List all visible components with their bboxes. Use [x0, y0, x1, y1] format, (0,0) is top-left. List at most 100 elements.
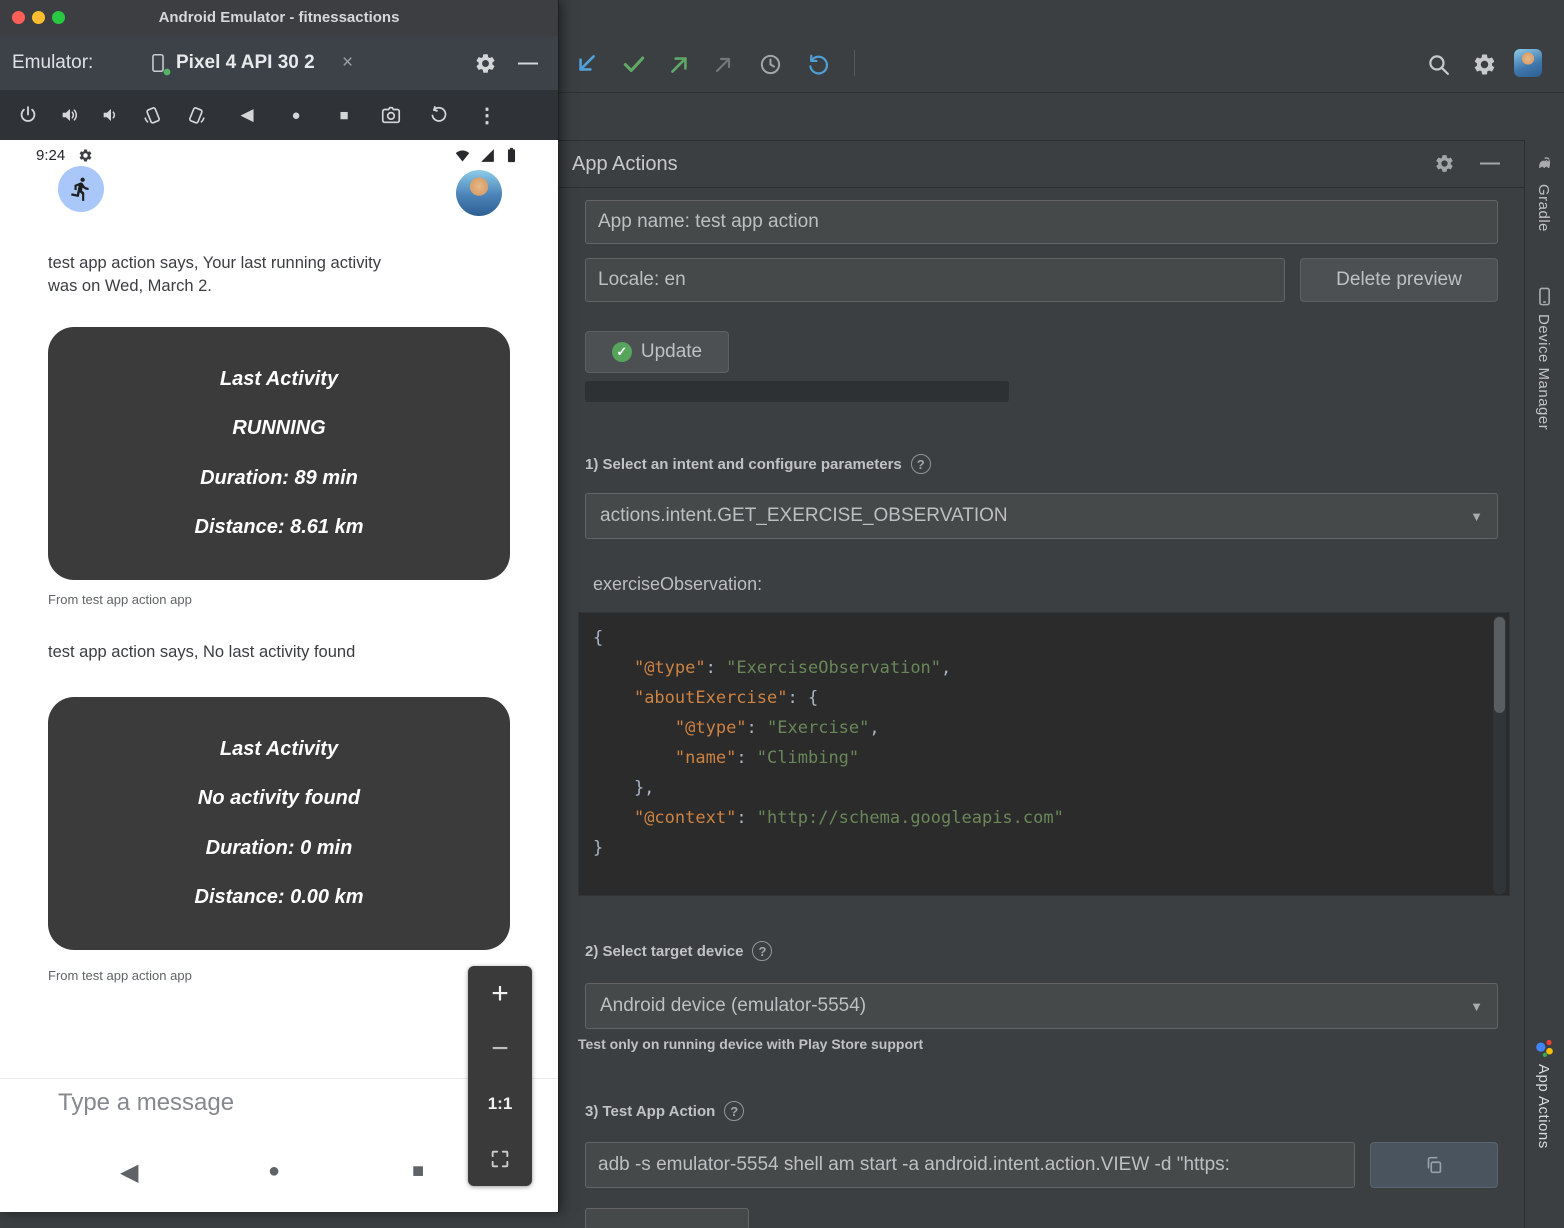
tool-strip-app-actions[interactable]: App Actions: [1535, 1064, 1552, 1149]
activity-card-running: Last Activity RUNNING Duration: 89 min D…: [48, 327, 510, 580]
app-name-field[interactable]: App name: test app action: [585, 200, 1498, 244]
chevron-down-icon: ▼: [1470, 509, 1483, 524]
section-2-help-icon[interactable]: ?: [752, 941, 772, 961]
device-hint: Test only on running device with Play St…: [578, 1036, 923, 1052]
tool-strip-gradle[interactable]: Gradle: [1535, 184, 1552, 232]
card-distance: Distance: 0.00 km: [48, 886, 510, 909]
fit-to-window-button[interactable]: [468, 1131, 532, 1186]
emulator-controls: ◀ ● ■ ⋮: [0, 90, 558, 140]
card-title: Last Activity: [48, 738, 510, 761]
nav-home-icon[interactable]: ●: [268, 1160, 280, 1183]
parameter-name-label: exerciseObservation:: [593, 574, 762, 595]
update-check-icon: ✓: [612, 342, 632, 362]
section-3-label: 3) Test App Action ?: [585, 1099, 744, 1123]
zoom-out-button[interactable]: −: [468, 1021, 532, 1076]
device-tab-icon: [146, 51, 170, 75]
history-icon[interactable]: [756, 50, 784, 78]
card-title: Last Activity: [48, 368, 510, 391]
emulator-titlebar: Android Emulator - fitnessactions: [0, 0, 558, 37]
panel-minimize-icon[interactable]: —: [1478, 151, 1502, 175]
message-input[interactable]: [56, 1088, 400, 1118]
settings-gear-icon[interactable]: [1470, 50, 1498, 78]
attach-debugger-icon[interactable]: [710, 50, 738, 78]
screen: App Actions — App name: test app action …: [0, 0, 1564, 1228]
app-actions-panel-header: App Actions: [557, 140, 1524, 188]
tool-strip-device-manager[interactable]: Device Manager: [1535, 314, 1552, 430]
deploy-arrow-icon[interactable]: [666, 50, 694, 78]
editor-scrollbar[interactable]: [1493, 616, 1506, 894]
intent-select[interactable]: actions.intent.GET_EXERCISE_OBSERVATION …: [585, 493, 1498, 539]
gradle-icon[interactable]: [1532, 152, 1556, 176]
from-app-label-1: From test app action app: [48, 592, 192, 607]
zoom-overlay: + − 1:1: [468, 966, 532, 1186]
card-status: No activity found: [48, 787, 510, 810]
rerun-icon[interactable]: [804, 50, 832, 78]
update-label: Update: [641, 341, 702, 363]
zoom-reset-button[interactable]: 1:1: [468, 1076, 532, 1131]
message-1-line-2: was on Wed, March 2.: [48, 275, 478, 298]
app-actions-assistant-icon[interactable]: [1532, 1036, 1556, 1060]
activity-card-none: Last Activity No activity found Duration…: [48, 697, 510, 950]
snapshot-icon[interactable]: [426, 102, 452, 128]
target-device-select[interactable]: Android device (emulator-5554) ▼: [585, 983, 1498, 1029]
emulator-tab-bar: Emulator: Pixel 4 API 30 2 × —: [0, 36, 558, 90]
update-project-icon[interactable]: [572, 50, 600, 78]
from-app-label-2: From test app action app: [48, 968, 192, 983]
running-activity-icon: [58, 166, 104, 212]
section-2-label: 2) Select target device ?: [585, 939, 772, 963]
user-avatar[interactable]: [1514, 49, 1542, 77]
editor-scrollbar-thumb[interactable]: [1494, 617, 1505, 713]
tab-close-icon[interactable]: ×: [342, 36, 353, 90]
run-check-icon[interactable]: [620, 50, 648, 78]
back-button-icon[interactable]: ◀: [234, 102, 260, 128]
studio-main-toolbar: [557, 0, 1564, 93]
intent-parameter-editor[interactable]: { "@type": "ExerciseObservation", "about…: [578, 612, 1510, 896]
status-time: 9:24: [36, 147, 65, 164]
section-3-help-icon[interactable]: ?: [724, 1101, 744, 1121]
home-button-icon[interactable]: ●: [283, 102, 309, 128]
signal-icon: [478, 146, 496, 164]
section-2-text: 2) Select target device: [585, 943, 743, 960]
copy-command-button[interactable]: [1370, 1142, 1498, 1188]
message-1-line-1: test app action says, Your last running …: [48, 252, 478, 275]
window-title: Android Emulator - fitnessactions: [0, 0, 558, 36]
user-chat-avatar: [456, 170, 502, 216]
zoom-in-button[interactable]: +: [468, 966, 532, 1021]
rotate-right-icon[interactable]: [184, 102, 210, 128]
emulator-settings-gear-icon[interactable]: [472, 50, 498, 76]
more-options-icon[interactable]: ⋮: [474, 102, 500, 128]
locale-value: Locale: en: [598, 269, 686, 291]
camera-icon[interactable]: [378, 102, 404, 128]
device-tab[interactable]: Pixel 4 API 30 2: [176, 36, 315, 90]
panel-settings-gear-icon[interactable]: [1432, 151, 1456, 175]
nav-back-icon[interactable]: ◀: [120, 1158, 138, 1187]
section-1-help-icon[interactable]: ?: [911, 454, 931, 474]
update-button[interactable]: ✓ Update: [585, 331, 729, 373]
adb-command-field[interactable]: adb -s emulator-5554 shell am start -a a…: [585, 1142, 1355, 1188]
power-icon[interactable]: [15, 102, 41, 128]
device-manager-icon[interactable]: [1532, 284, 1556, 308]
volume-down-icon[interactable]: [98, 102, 124, 128]
delete-preview-button[interactable]: Delete preview: [1300, 258, 1498, 302]
cutoff-control[interactable]: [585, 1208, 749, 1228]
emulator-label: Emulator:: [12, 36, 93, 90]
rotate-left-icon[interactable]: [139, 102, 165, 128]
card-duration: Duration: 0 min: [48, 837, 510, 860]
toolbar-separator: [854, 50, 855, 76]
section-1-text: 1) Select an intent and configure parame…: [585, 456, 902, 473]
nav-overview-icon[interactable]: ■: [412, 1160, 424, 1183]
dimmed-status-bar: [585, 381, 1009, 402]
battery-icon: [502, 145, 520, 164]
adb-command-value: adb -s emulator-5554 shell am start -a a…: [598, 1154, 1230, 1176]
search-icon[interactable]: [1424, 50, 1452, 78]
section-3-text: 3) Test App Action: [585, 1103, 715, 1120]
locale-field[interactable]: Locale: en: [585, 258, 1285, 302]
volume-up-icon[interactable]: [57, 102, 83, 128]
delete-preview-label: Delete preview: [1336, 269, 1462, 291]
wifi-icon: [453, 146, 471, 164]
assistant-message-1: test app action says, Your last running …: [48, 252, 478, 298]
overview-button-icon[interactable]: ■: [331, 102, 357, 128]
compose-field[interactable]: [56, 1088, 396, 1132]
emulator-minimize-icon[interactable]: —: [518, 36, 538, 90]
section-1-label: 1) Select an intent and configure parame…: [585, 452, 931, 476]
